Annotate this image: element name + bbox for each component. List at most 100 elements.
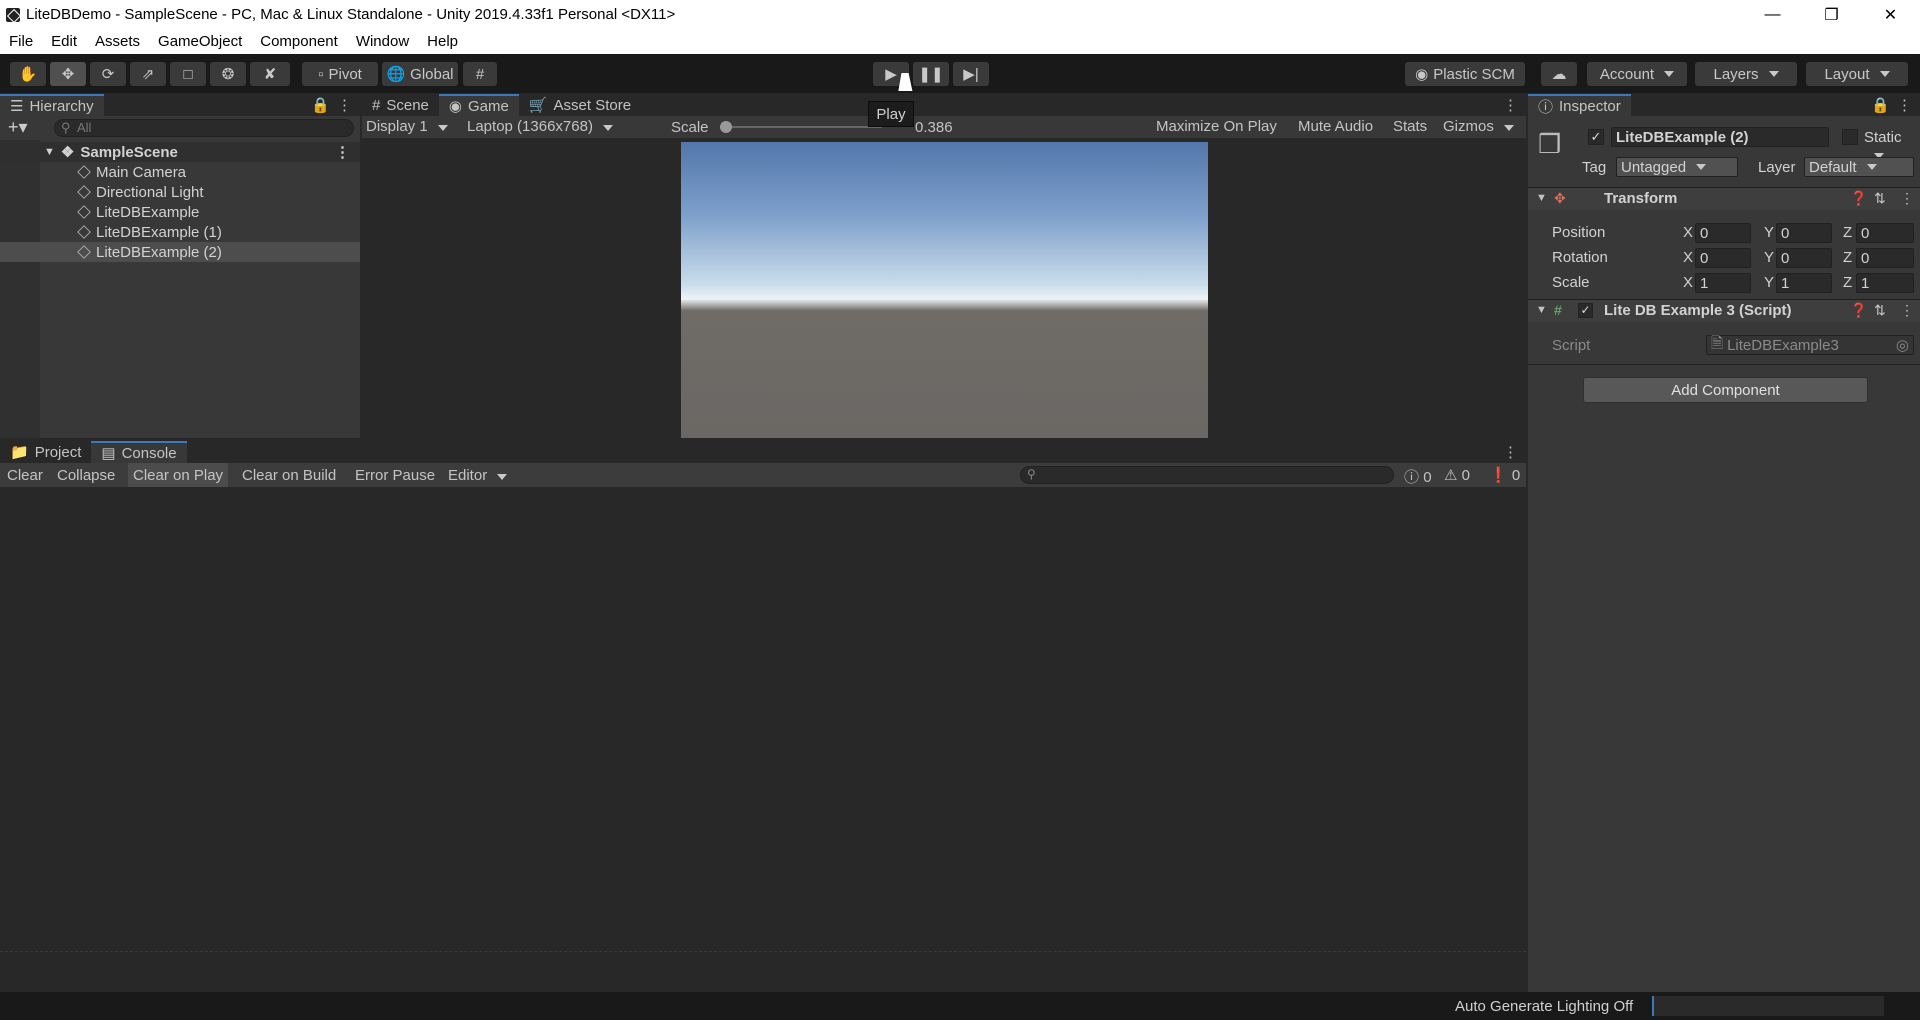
tab-project[interactable]: 📁 Project: [0, 441, 92, 463]
plastic-scm-button[interactable]: ◉ Plastic SCM: [1405, 62, 1525, 86]
scale-z-field[interactable]: 1: [1856, 273, 1914, 293]
preset-icon[interactable]: ⇅: [1874, 302, 1886, 319]
scene-row[interactable]: ▼ ❖ SampleScene ⋮: [0, 142, 360, 162]
account-dropdown[interactable]: Account: [1587, 62, 1687, 86]
position-z-field[interactable]: 0: [1856, 223, 1914, 243]
menu-gameobject[interactable]: GameObject: [149, 33, 251, 50]
resolution-dropdown[interactable]: Laptop (1366x768): [467, 118, 613, 135]
console-search-input[interactable]: ⚲: [1020, 466, 1394, 484]
clear-on-build-toggle[interactable]: Clear on Build: [242, 467, 336, 484]
scale-y-label[interactable]: Y: [1764, 274, 1774, 291]
stats-toggle[interactable]: Stats: [1393, 118, 1427, 135]
maximize-on-play-toggle[interactable]: Maximize On Play: [1156, 118, 1277, 135]
auto-lighting-status[interactable]: Auto Generate Lighting Off: [1455, 998, 1633, 1015]
script-component-header[interactable]: ▼ # ✓ Lite DB Example 3 (Script) ❓ ⇅ ⋮: [1528, 300, 1920, 322]
scene-menu-icon[interactable]: ⋮: [335, 143, 350, 161]
script-menu-icon[interactable]: ⋮: [1900, 302, 1914, 319]
create-add-icon[interactable]: +▾: [8, 117, 28, 138]
menu-assets[interactable]: Assets: [86, 33, 149, 50]
position-y-field[interactable]: 0: [1776, 223, 1832, 243]
gizmos-dropdown[interactable]: Gizmos: [1443, 118, 1514, 135]
hierarchy-item[interactable]: Directional Light: [0, 182, 360, 202]
layer-dropdown[interactable]: Default: [1804, 157, 1914, 177]
object-name-input[interactable]: LiteDBExample (2): [1611, 127, 1829, 147]
cloud-button[interactable]: ☁: [1541, 62, 1577, 86]
info-count-toggle[interactable]: ⓘ 0: [1404, 466, 1432, 487]
hand-tool-button[interactable]: ✋: [10, 62, 46, 86]
scale-z-label[interactable]: Z: [1843, 274, 1852, 291]
pause-button[interactable]: ❚❚: [913, 62, 949, 86]
hierarchy-item[interactable]: Main Camera: [0, 162, 360, 182]
inspector-menu-icon[interactable]: ⋮: [1897, 96, 1912, 114]
restore-icon[interactable]: ❐: [1802, 0, 1861, 29]
clear-button[interactable]: Clear: [7, 467, 43, 484]
error-count-toggle[interactable]: ❗ 0: [1489, 466, 1520, 484]
hierarchy-item[interactable]: LiteDBExample (1): [0, 222, 360, 242]
object-picker-icon[interactable]: ◎: [1896, 336, 1909, 354]
position-z-label[interactable]: Z: [1843, 224, 1852, 241]
menu-file[interactable]: File: [0, 33, 42, 50]
clear-on-play-toggle[interactable]: Clear on Play: [128, 463, 229, 487]
menu-window[interactable]: Window: [347, 33, 418, 50]
tab-hierarchy[interactable]: ☰ Hierarchy: [0, 94, 104, 116]
grid-snap-button[interactable]: #: [463, 62, 497, 86]
hierarchy-search-input[interactable]: ⚲ All: [54, 119, 354, 137]
scale-x-label[interactable]: X: [1683, 274, 1693, 291]
tab-asset-store[interactable]: 🛒 Asset Store: [518, 94, 642, 116]
layout-dropdown[interactable]: Layout: [1806, 62, 1908, 86]
tag-dropdown[interactable]: Untagged: [1616, 157, 1738, 177]
transform-header[interactable]: ▼ ✥ Transform ❓ ⇅ ⋮: [1528, 188, 1920, 210]
collapse-arrow-icon[interactable]: ▼: [1536, 192, 1547, 204]
rotation-x-label[interactable]: X: [1683, 249, 1693, 266]
script-enabled-checkbox[interactable]: ✓: [1578, 303, 1593, 318]
step-button[interactable]: ▶|: [953, 62, 989, 86]
rotation-x-field[interactable]: 0: [1695, 248, 1751, 268]
menu-component[interactable]: Component: [251, 33, 347, 50]
tab-scene[interactable]: # Scene: [362, 94, 439, 116]
custom-tool-button[interactable]: ✘: [250, 62, 290, 86]
help-icon[interactable]: ❓: [1850, 190, 1867, 207]
game-menu-icon[interactable]: ⋮: [1503, 96, 1518, 114]
scale-slider-thumb[interactable]: [720, 121, 732, 133]
static-checkbox[interactable]: [1842, 129, 1858, 145]
minimize-icon[interactable]: —: [1743, 0, 1802, 29]
rect-tool-button[interactable]: □: [170, 62, 206, 86]
position-x-label[interactable]: X: [1683, 224, 1693, 241]
rotation-y-field[interactable]: 0: [1776, 248, 1832, 268]
position-x-field[interactable]: 0: [1695, 223, 1751, 243]
error-pause-toggle[interactable]: Error Pause: [355, 467, 435, 484]
transform-tool-button[interactable]: ❂: [210, 62, 246, 86]
tab-game[interactable]: ◉ Game: [438, 94, 519, 116]
lock-icon[interactable]: 🔒: [1871, 96, 1890, 114]
layers-dropdown[interactable]: Layers: [1695, 62, 1797, 86]
mute-audio-toggle[interactable]: Mute Audio: [1298, 118, 1373, 135]
scale-x-field[interactable]: 1: [1695, 273, 1751, 293]
rotate-tool-button[interactable]: ⟳: [90, 62, 126, 86]
pivot-toggle[interactable]: ▫ Pivot: [302, 62, 378, 86]
hierarchy-item-selected[interactable]: LiteDBExample (2): [0, 242, 360, 262]
menu-edit[interactable]: Edit: [42, 33, 86, 50]
close-icon[interactable]: ✕: [1861, 0, 1920, 29]
lock-icon[interactable]: 🔒: [311, 96, 330, 114]
scale-tool-button[interactable]: ⇗: [130, 62, 166, 86]
hierarchy-item[interactable]: LiteDBExample: [0, 202, 360, 222]
help-icon[interactable]: ❓: [1850, 302, 1867, 319]
console-menu-icon[interactable]: ⋮: [1503, 443, 1518, 461]
move-tool-button[interactable]: ✥: [50, 62, 86, 86]
console-divider[interactable]: [0, 951, 1526, 952]
rotation-y-label[interactable]: Y: [1764, 249, 1774, 266]
scale-y-field[interactable]: 1: [1776, 273, 1832, 293]
transform-menu-icon[interactable]: ⋮: [1900, 190, 1914, 207]
collapse-arrow-icon[interactable]: ▼: [1536, 304, 1547, 316]
game-viewport[interactable]: [681, 142, 1208, 438]
editor-dropdown[interactable]: Editor: [448, 467, 507, 484]
collapse-button[interactable]: Collapse: [57, 467, 115, 484]
hierarchy-menu-icon[interactable]: ⋮: [337, 96, 352, 114]
display-dropdown[interactable]: Display 1: [366, 118, 448, 135]
active-checkbox[interactable]: ✓: [1588, 129, 1604, 145]
warning-count-toggle[interactable]: ⚠ 0: [1444, 466, 1470, 484]
expand-arrow-icon[interactable]: ▼: [44, 146, 55, 158]
preset-icon[interactable]: ⇅: [1874, 190, 1886, 207]
rotation-z-label[interactable]: Z: [1843, 249, 1852, 266]
position-y-label[interactable]: Y: [1764, 224, 1774, 241]
